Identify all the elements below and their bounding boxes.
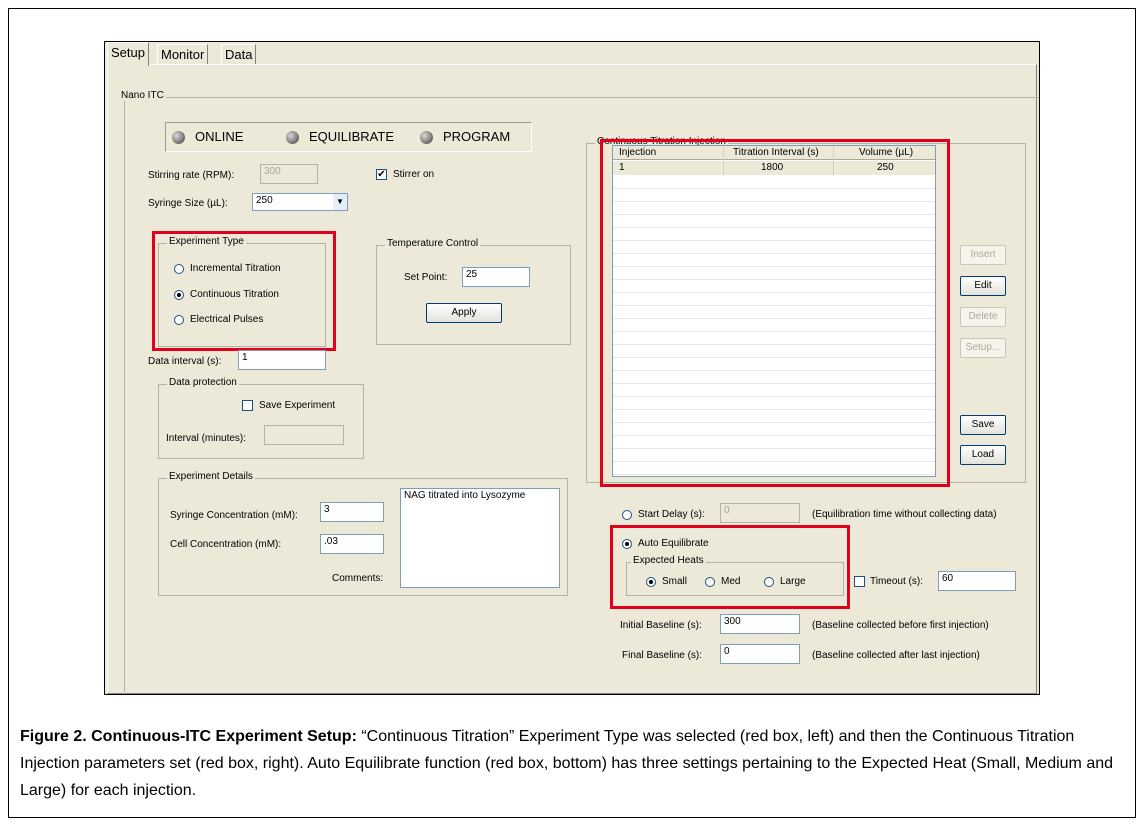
- highlight-box-injection-table: [600, 139, 950, 487]
- status-panel: ONLINE EQUILIBRATE PROGRAM: [165, 122, 532, 152]
- data-protection-title: Data protection: [167, 377, 239, 388]
- comments-label: Comments:: [332, 573, 384, 584]
- highlight-box-auto-equilibrate: [610, 525, 850, 609]
- nano-itc-window: Setup Monitor Data Nano ITC ONLINE EQUIL…: [104, 41, 1040, 695]
- final-baseline-label: Final Baseline (s):: [622, 650, 703, 661]
- final-baseline-note: (Baseline collected after last injection…: [812, 650, 980, 661]
- syringe-size-select[interactable]: 250 ▼: [252, 193, 348, 211]
- set-point-input[interactable]: 25: [462, 267, 530, 287]
- program-led-icon: [420, 131, 433, 144]
- interval-minutes-label: Interval (minutes):: [166, 433, 247, 444]
- nano-itc-title: Nano ITC: [119, 90, 166, 101]
- temperature-control-group: Temperature Control: [376, 238, 571, 345]
- online-led-icon: [172, 131, 185, 144]
- experiment-details-title: Experiment Details: [167, 471, 255, 482]
- equilibrate-led-icon: [286, 131, 299, 144]
- save-experiment-label: Save Experiment: [259, 400, 336, 411]
- tab-setup[interactable]: Setup: [107, 42, 149, 66]
- timeout-label: Timeout (s):: [870, 576, 923, 587]
- stirrer-on-label: Stirrer on: [393, 169, 435, 180]
- data-interval-input[interactable]: 1: [238, 350, 326, 370]
- interval-minutes-input[interactable]: [264, 425, 344, 445]
- cell-concentration-label: Cell Concentration (mM):: [170, 539, 282, 550]
- insert-button[interactable]: Insert: [960, 245, 1006, 265]
- edit-button[interactable]: Edit: [960, 276, 1006, 296]
- initial-baseline-input[interactable]: 300: [720, 614, 800, 634]
- syringe-size-value: 250: [256, 195, 273, 206]
- stirring-rate-label: Stirring rate (RPM):: [148, 170, 235, 181]
- cell-concentration-input[interactable]: .03: [320, 534, 384, 554]
- save-experiment-checkbox[interactable]: [242, 400, 253, 411]
- data-interval-label: Data interval (s):: [148, 356, 222, 367]
- timeout-input[interactable]: 60: [938, 571, 1016, 591]
- delete-button[interactable]: Delete: [960, 307, 1006, 327]
- initial-baseline-label: Initial Baseline (s):: [620, 620, 702, 631]
- start-delay-input[interactable]: 0: [720, 503, 800, 523]
- start-delay-label: Start Delay (s):: [638, 509, 705, 520]
- timeout-checkbox[interactable]: [854, 576, 865, 587]
- syringe-concentration-input[interactable]: 3: [320, 502, 384, 522]
- stirring-rate-input[interactable]: 300: [260, 164, 318, 184]
- chevron-down-icon[interactable]: ▼: [333, 194, 347, 210]
- final-baseline-input[interactable]: 0: [720, 644, 800, 664]
- setup-button[interactable]: Setup...: [960, 338, 1006, 358]
- set-point-label: Set Point:: [404, 272, 448, 283]
- figure-caption: Figure 2. Continuous-ITC Experiment Setu…: [20, 723, 1126, 804]
- status-program: PROGRAM: [443, 129, 511, 144]
- syringe-concentration-label: Syringe Concentration (mM):: [170, 510, 298, 521]
- status-online: ONLINE: [195, 129, 244, 144]
- radio-start-delay[interactable]: [622, 510, 632, 520]
- load-button[interactable]: Load: [960, 445, 1006, 465]
- syringe-size-label: Syringe Size (µL):: [148, 198, 228, 209]
- tab-data[interactable]: Data: [221, 44, 257, 64]
- temperature-control-title: Temperature Control: [385, 238, 481, 249]
- highlight-box-experiment-type: [152, 231, 336, 351]
- tab-monitor[interactable]: Monitor: [157, 44, 209, 64]
- setup-page: Nano ITC ONLINE EQUILIBRATE PROGRAM Stir…: [107, 64, 1039, 694]
- stirrer-on-checkbox[interactable]: ✔: [376, 169, 387, 180]
- initial-baseline-note: (Baseline collected before first injecti…: [812, 620, 989, 631]
- save-button[interactable]: Save: [960, 415, 1006, 435]
- status-equilibrate: EQUILIBRATE: [309, 129, 395, 144]
- comments-textarea[interactable]: NAG titrated into Lysozyme: [400, 488, 560, 588]
- apply-button[interactable]: Apply: [426, 303, 502, 323]
- data-protection-group: Data protection: [158, 377, 364, 459]
- start-delay-note: (Equilibration time without collecting d…: [812, 509, 997, 520]
- caption-title: Figure 2. Continuous-ITC Experiment Setu…: [20, 728, 357, 745]
